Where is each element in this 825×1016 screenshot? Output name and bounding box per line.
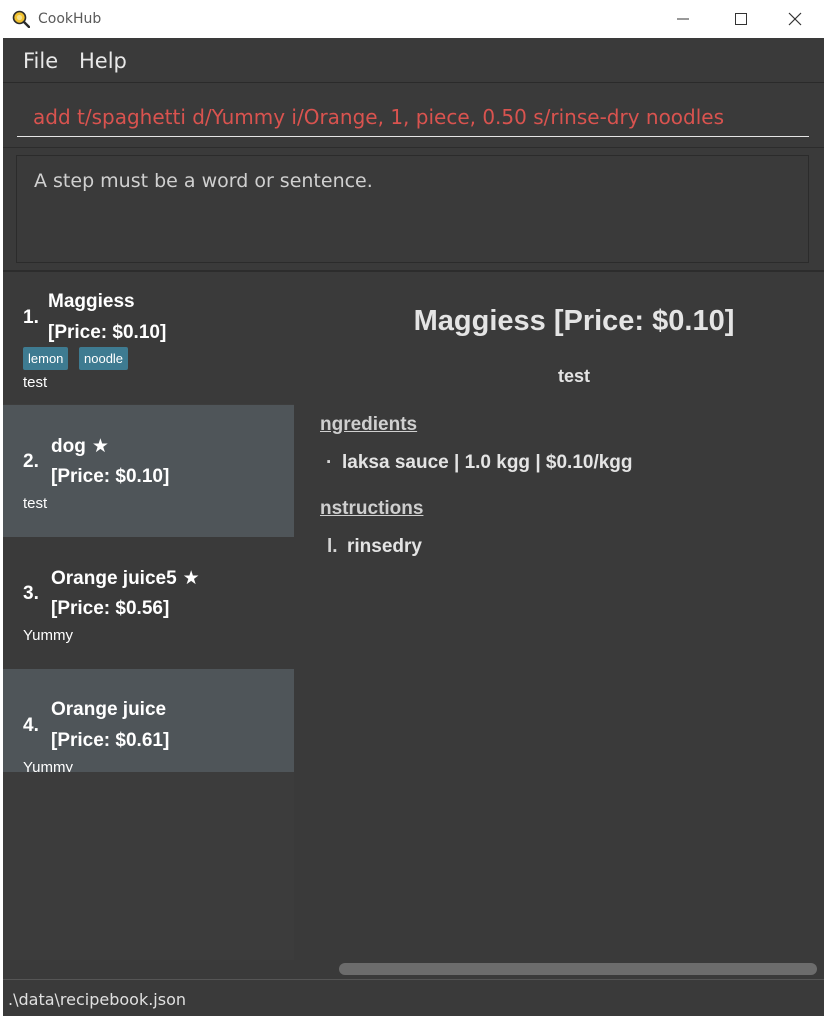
ingredient-bullet: ·: [326, 452, 333, 473]
title-bar[interactable]: CookHub: [3, 0, 824, 38]
instruction-item: rinsedry: [347, 536, 422, 557]
recipe-name: Orange juice5 ★: [51, 567, 200, 589]
tag-lemon: lemon: [23, 347, 69, 370]
instruction-number: l.: [327, 536, 338, 557]
detail-description: test: [557, 366, 590, 386]
recipe-card-1[interactable]: 1. Maggiess [Price: $0.10] lemon noodle …: [3, 272, 294, 404]
command-input[interactable]: [17, 97, 809, 137]
app-window: CookHub File Help A step must be a word …: [3, 0, 824, 1016]
command-box: [3, 83, 824, 148]
recipe-index: 2.: [23, 451, 39, 472]
ingredient-item: laksa sauce | 1.0 kgg | $0.10/kgg: [342, 452, 633, 473]
result-display[interactable]: A step must be a word or sentence.: [16, 155, 809, 263]
detail-horizontal-scrollbar[interactable]: [339, 963, 817, 975]
favourite-star-icon: ★: [182, 567, 200, 589]
ingredients-heading: ngredients: [320, 414, 418, 435]
menu-help[interactable]: Help: [79, 49, 127, 73]
status-bar: .\data\recipebook.json: [3, 979, 824, 1016]
recipe-description: test: [23, 495, 48, 512]
menu-bar: File Help: [3, 38, 824, 83]
result-display-area: A step must be a word or sentence.: [3, 148, 824, 272]
recipe-name: Maggiess: [48, 291, 135, 312]
minimize-button[interactable]: [654, 0, 712, 38]
tag-noodle: noodle: [79, 347, 129, 370]
recipe-price: [Price: $0.10]: [48, 322, 167, 343]
recipe-description: Yummy: [23, 759, 74, 772]
detail-title: Maggiess [Price: $0.10]: [413, 305, 735, 337]
window-title: CookHub: [38, 11, 102, 27]
recipe-name: Orange juice: [51, 699, 167, 720]
maximize-icon: [735, 13, 747, 25]
recipe-price: [Price: $0.61]: [51, 730, 170, 751]
recipe-card-2[interactable]: 2. dog ★ [Price: $0.10] test: [3, 405, 294, 537]
instructions-heading: nstructions: [320, 498, 424, 519]
menu-file[interactable]: File: [23, 49, 58, 73]
recipe-name: dog ★: [51, 435, 109, 457]
minimize-icon: [677, 18, 689, 20]
recipe-list[interactable]: 1. Maggiess [Price: $0.10] lemon noodle …: [3, 272, 294, 772]
recipe-index: 1.: [23, 307, 39, 328]
save-file-path: .\data\recipebook.json: [8, 990, 187, 1009]
recipe-index: 4.: [23, 715, 39, 736]
recipe-description: test: [23, 374, 48, 391]
recipe-price: [Price: $0.56]: [51, 598, 170, 619]
maximize-button[interactable]: [712, 0, 770, 38]
recipe-card-4[interactable]: 4. Orange juice [Price: $0.61] Yummy: [3, 669, 294, 772]
recipe-index: 3.: [23, 583, 39, 604]
close-icon: [788, 12, 802, 26]
favourite-star-icon: ★: [91, 435, 109, 457]
app-logo-icon: [12, 10, 30, 28]
recipe-description: Yummy: [23, 627, 74, 644]
result-message: A step must be a word or sentence.: [34, 170, 373, 192]
close-button[interactable]: [766, 0, 824, 38]
recipe-detail-panel: Maggiess [Price: $0.10] test ngredients …: [294, 272, 824, 960]
recipe-price: [Price: $0.10]: [51, 466, 170, 487]
recipe-card-3[interactable]: 3. Orange juice5 ★ [Price: $0.56] Yummy: [3, 537, 294, 669]
